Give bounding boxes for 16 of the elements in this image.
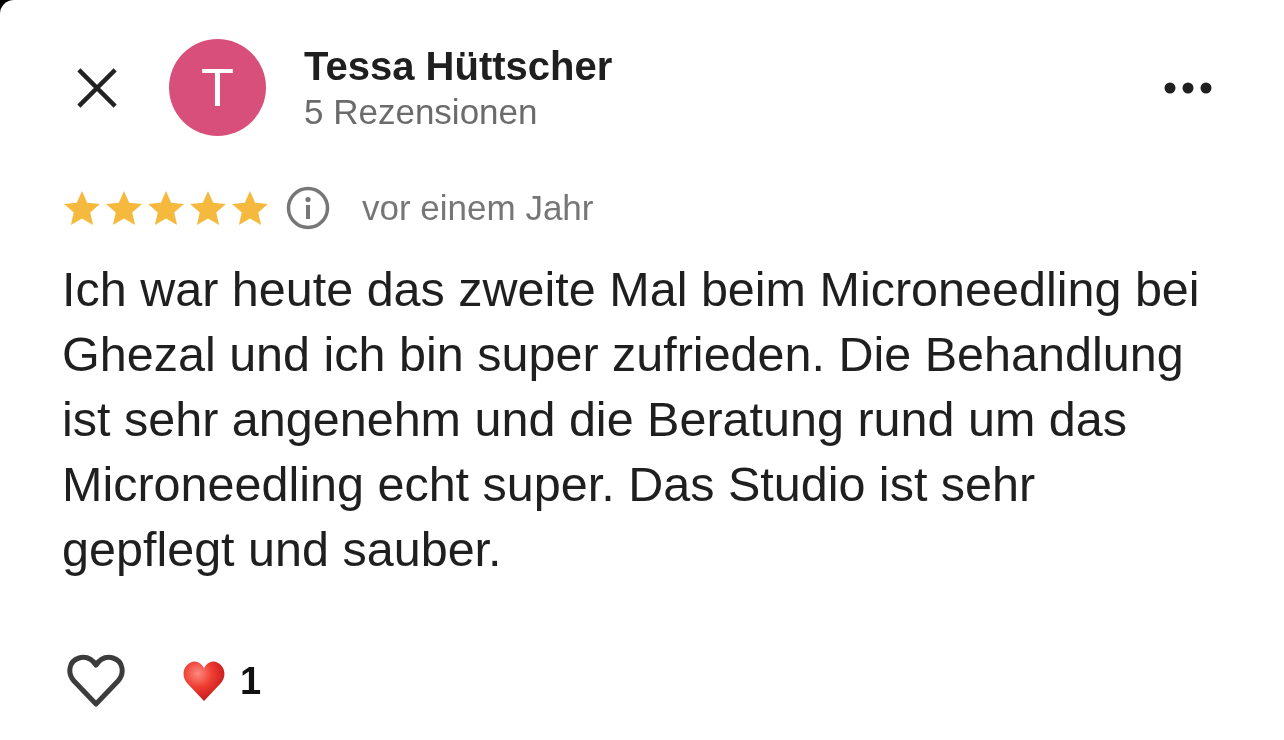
star-icon <box>148 191 184 225</box>
reaction-count: 1 <box>240 659 262 703</box>
reviewer-name[interactable]: Tessa Hüttscher <box>304 41 613 90</box>
close-icon <box>76 66 118 109</box>
info-icon[interactable] <box>286 186 330 230</box>
review-text: Ich war heute das zweite Mal beim Microneedling bei Ghezal und ich bin super zufrieden. Die Behandlung ist sehr angenehm und die Beratung rund um das Microneedling echt super. Das Studio ist sehr gepflegt und sauber. <box>62 261 1201 578</box>
star-icon <box>106 191 142 225</box>
star-icon <box>64 191 100 225</box>
star-icon <box>190 191 226 225</box>
filled-heart-icon <box>182 660 226 702</box>
avatar: T <box>169 39 266 136</box>
review-time: vor einem Jahr <box>362 187 594 229</box>
more-icon <box>1164 81 1212 94</box>
heart-icon[interactable] <box>66 653 126 709</box>
star-icon <box>232 191 268 225</box>
review-count: 5 Rezensionen <box>304 90 538 133</box>
